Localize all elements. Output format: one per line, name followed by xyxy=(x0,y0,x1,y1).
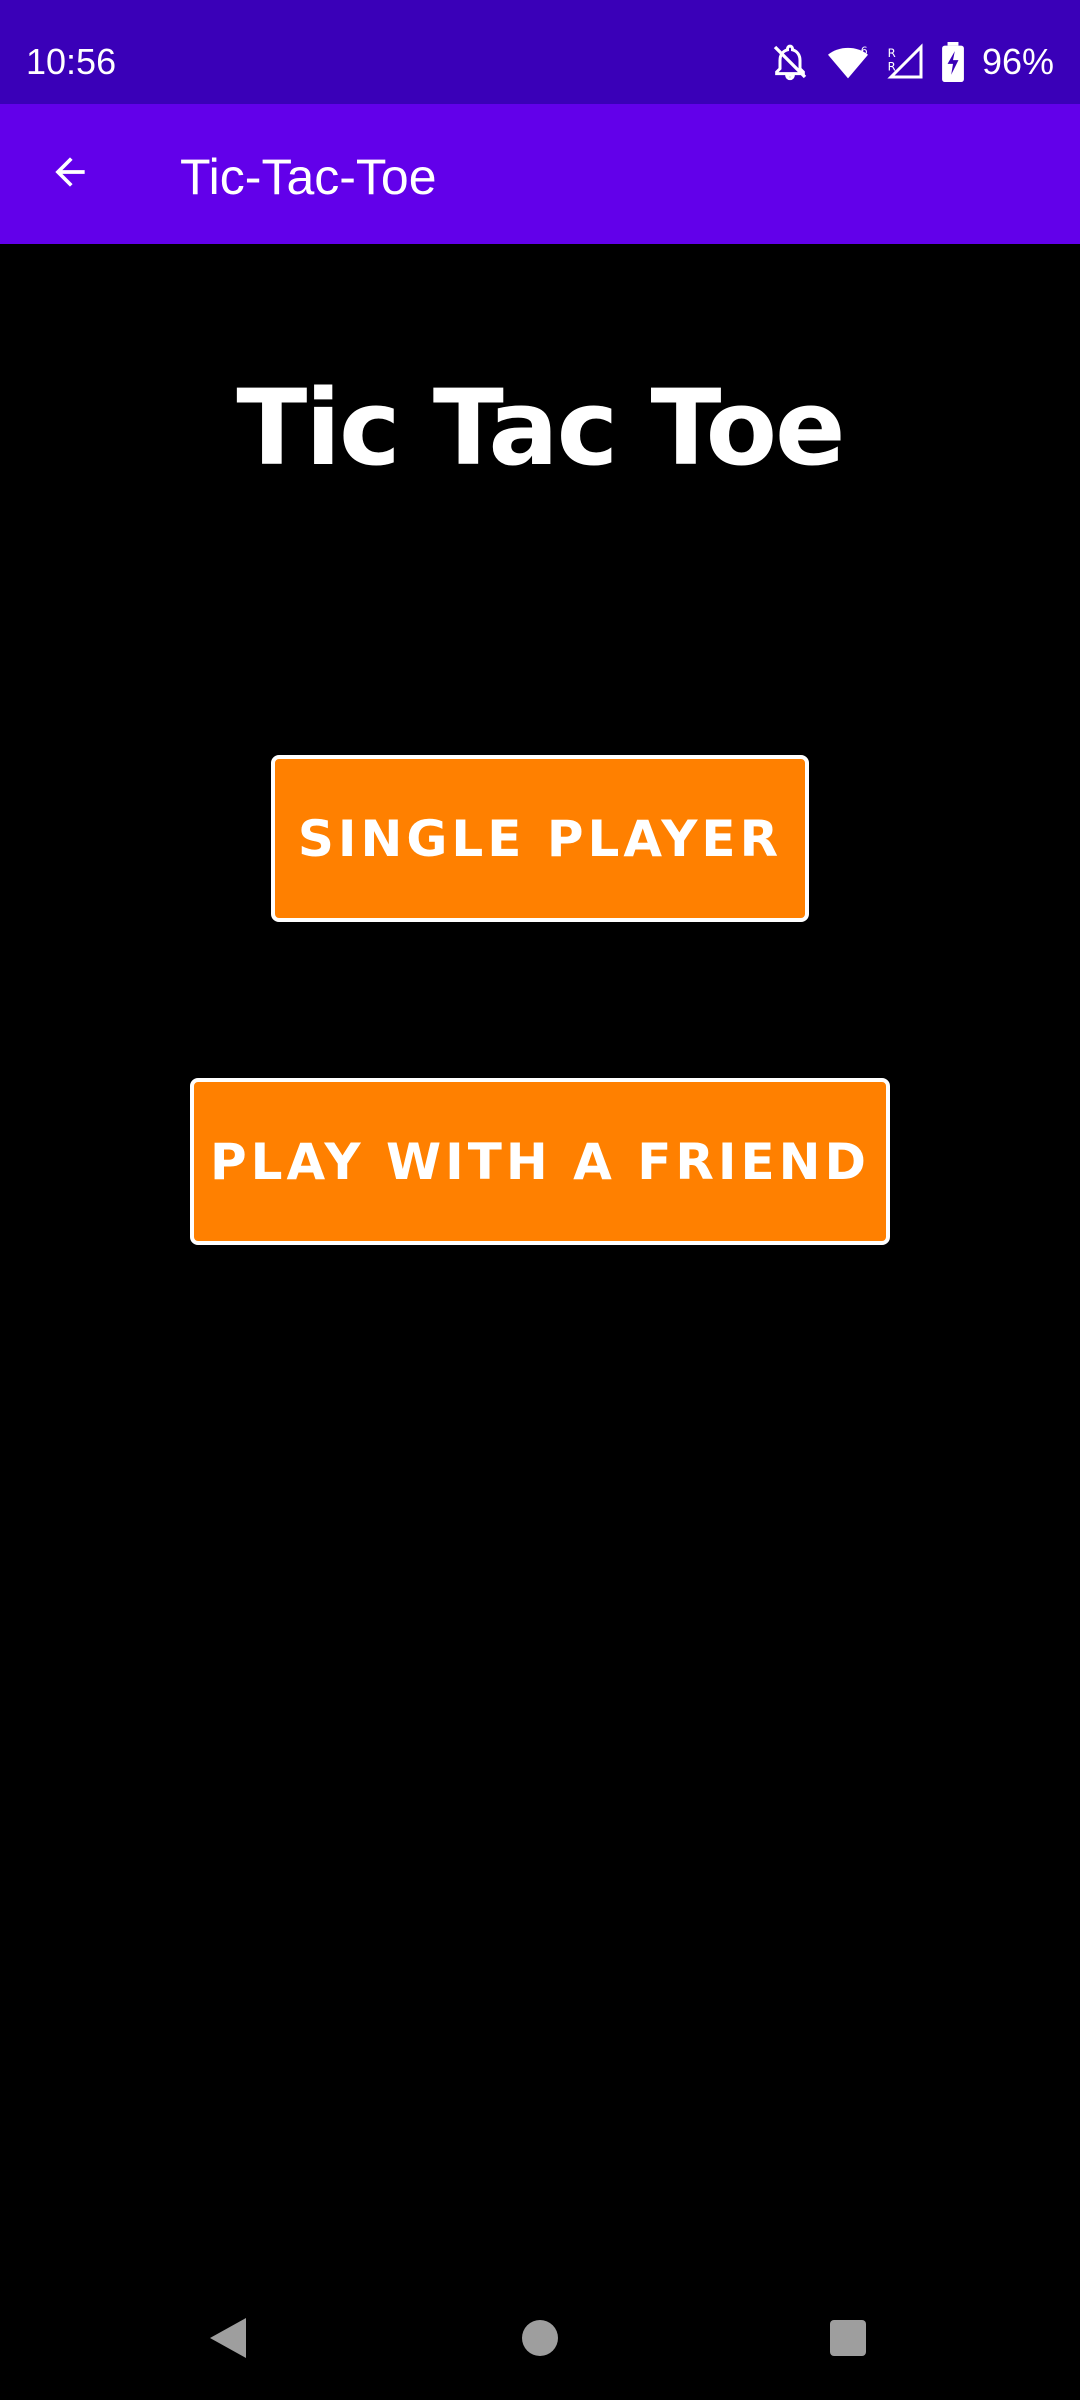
signal-icon: R R xyxy=(886,42,926,82)
battery-percentage: 96% xyxy=(981,41,1054,82)
nav-recents-icon xyxy=(828,2318,868,2363)
single-player-label: SINGLE PLAYER xyxy=(297,809,783,868)
svg-text:R: R xyxy=(888,59,896,73)
app-bar: Tic-Tac-Toe xyxy=(0,104,1080,244)
single-player-button[interactable]: SINGLE PLAYER xyxy=(271,755,809,922)
status-bar: 10:56 6 R R 96% xyxy=(0,0,1080,104)
status-time: 10:56 xyxy=(26,41,117,82)
status-icons: 6 R R 96% xyxy=(770,36,1054,88)
nav-home-icon xyxy=(520,2318,560,2363)
play-with-friend-button[interactable]: PLAY WITH A FRIEND xyxy=(190,1078,890,1245)
nav-recents-button[interactable] xyxy=(788,2280,908,2400)
wifi-icon: 6 xyxy=(826,42,870,82)
svg-text:R: R xyxy=(888,46,896,60)
nav-back-button[interactable] xyxy=(168,2280,288,2400)
app-title: Tic-Tac-Toe xyxy=(180,149,437,205)
nav-back-icon xyxy=(206,2314,250,2367)
back-button[interactable] xyxy=(26,130,114,218)
battery-charging-icon xyxy=(942,42,964,82)
nav-home-button[interactable] xyxy=(480,2280,600,2400)
arrow-left-icon xyxy=(48,150,92,199)
page-title: Tic Tac Toe xyxy=(236,367,845,489)
play-with-friend-label: PLAY WITH A FRIEND xyxy=(209,1132,870,1191)
navigation-bar xyxy=(0,2280,1080,2400)
svg-text:6: 6 xyxy=(861,45,868,58)
notifications-off-icon xyxy=(770,42,810,82)
